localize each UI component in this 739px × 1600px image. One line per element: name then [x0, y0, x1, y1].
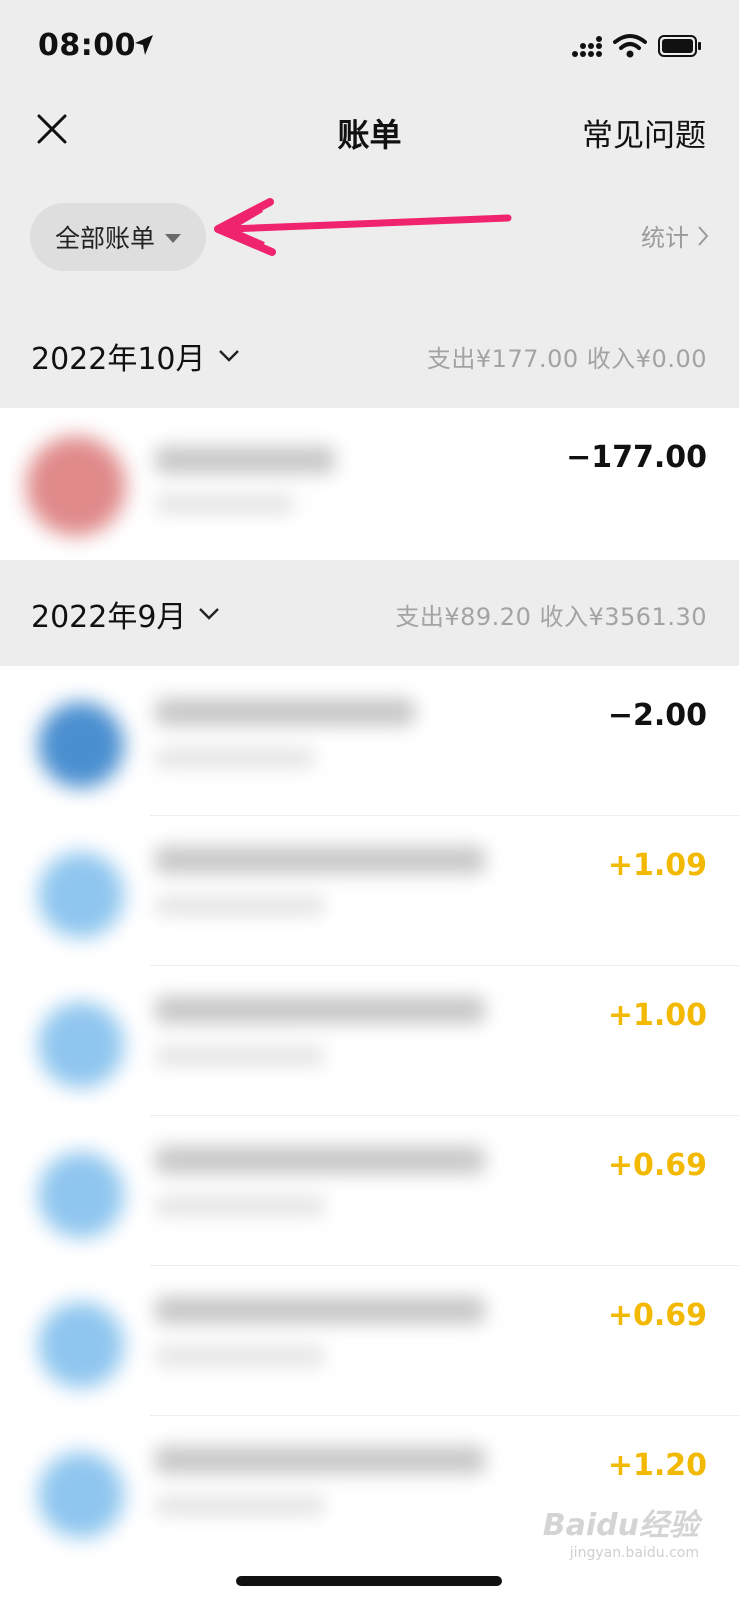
month-title: 2022年10月	[31, 334, 240, 378]
redacted-title	[155, 1296, 485, 1324]
merchant-avatar	[38, 852, 124, 938]
watermark-logo: Baidu经验	[542, 1508, 699, 1543]
month-title-text: 2022年9月	[31, 600, 187, 635]
merchant-avatar	[38, 1302, 124, 1388]
transaction-amount: +0.69	[607, 1148, 707, 1183]
redacted-title	[155, 446, 335, 474]
merchant-avatar	[38, 702, 124, 788]
signal-icon	[572, 36, 602, 57]
month-title-text: 2022年10月	[31, 342, 206, 377]
chevron-down-icon	[199, 608, 220, 620]
merchant-avatar	[38, 1002, 124, 1088]
transaction-row[interactable]: +1.00	[0, 966, 739, 1116]
caret-down-icon	[165, 234, 181, 243]
redacted-subtitle	[155, 1046, 325, 1066]
annotation-arrow	[214, 198, 512, 256]
redacted-subtitle	[155, 494, 295, 514]
transaction-amount: +1.00	[607, 998, 707, 1033]
merchant-avatar	[26, 436, 126, 536]
redacted-subtitle	[155, 748, 315, 768]
wifi-icon	[613, 34, 647, 58]
merchant-avatar	[38, 1452, 124, 1538]
redacted-title	[155, 846, 485, 874]
redacted-title	[155, 1146, 485, 1174]
transaction-row[interactable]: +0.69	[0, 1116, 739, 1266]
redacted-title	[155, 698, 415, 726]
stats-link[interactable]: 统计	[641, 218, 709, 253]
home-indicator[interactable]	[236, 1576, 502, 1586]
transaction-amount: −177.00	[566, 440, 707, 475]
month-title: 2022年9月	[31, 592, 220, 636]
redacted-subtitle	[155, 1346, 325, 1366]
transaction-amount: +0.69	[607, 1298, 707, 1333]
transaction-amount: +1.09	[607, 848, 707, 883]
month-summary: 支出¥177.00 收入¥0.00	[426, 345, 707, 373]
month-header-september[interactable]: 2022年9月 支出¥89.20 收入¥3561.30	[0, 560, 739, 666]
redacted-title	[155, 1446, 485, 1474]
bill-filter-label: 全部账单	[54, 224, 155, 253]
transaction-row[interactable]: −2.00	[0, 666, 739, 816]
transaction-row[interactable]: +1.09	[0, 816, 739, 966]
status-time: 08:00	[38, 28, 136, 63]
battery-icon	[658, 35, 701, 57]
watermark-url: jingyan.baidu.com	[569, 1545, 699, 1561]
chevron-down-icon	[218, 350, 239, 362]
redacted-subtitle	[155, 1496, 325, 1516]
chevron-right-icon	[698, 225, 709, 246]
transaction-row[interactable]: −177.00	[0, 408, 739, 558]
redacted-title	[155, 996, 485, 1024]
redacted-subtitle	[155, 1196, 325, 1216]
month-summary: 支出¥89.20 收入¥3561.30	[395, 603, 707, 631]
transaction-amount: −2.00	[607, 698, 707, 733]
transaction-amount: +1.20	[607, 1448, 707, 1483]
redacted-subtitle	[155, 896, 325, 916]
merchant-avatar	[38, 1152, 124, 1238]
month-header-october[interactable]: 2022年10月 支出¥177.00 收入¥0.00	[0, 302, 739, 408]
stats-label: 统计	[641, 224, 689, 252]
faq-button[interactable]: 常见问题	[582, 110, 706, 155]
transaction-row[interactable]: +0.69	[0, 1266, 739, 1416]
bill-filter-dropdown[interactable]: 全部账单	[30, 203, 206, 271]
location-arrow-icon	[135, 35, 153, 55]
